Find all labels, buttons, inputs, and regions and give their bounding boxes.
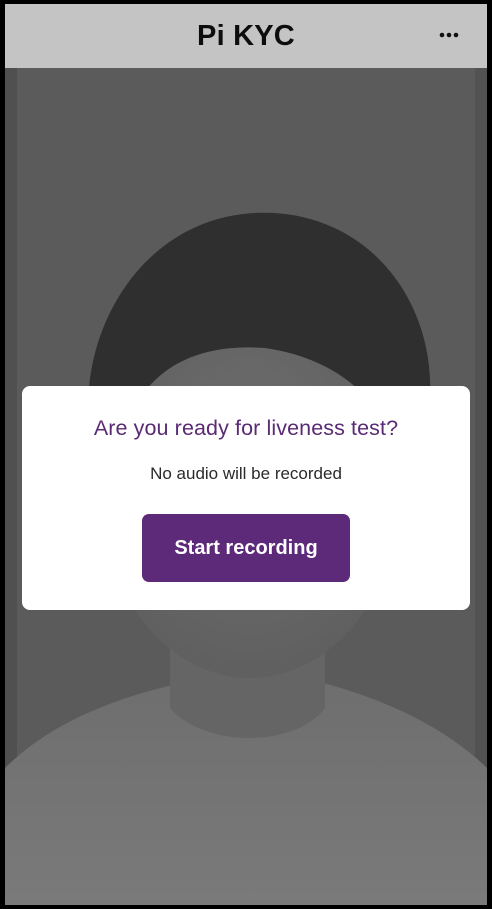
more-horizontal-icon[interactable]: [439, 31, 459, 39]
app-header: Pi KYC: [5, 4, 487, 68]
dialog-title: Are you ready for liveness test?: [93, 416, 399, 440]
app-screen: Pi KYC Are you ready for liveness test? …: [5, 4, 487, 905]
liveness-dialog: Are you ready for liveness test? No audi…: [22, 386, 470, 610]
dialog-subtitle: No audio will be recorded: [150, 464, 342, 483]
app-title: Pi KYC: [197, 19, 295, 52]
device-frame: Pi KYC Are you ready for liveness test? …: [0, 0, 492, 909]
start-recording-button[interactable]: Start recording: [142, 514, 350, 582]
